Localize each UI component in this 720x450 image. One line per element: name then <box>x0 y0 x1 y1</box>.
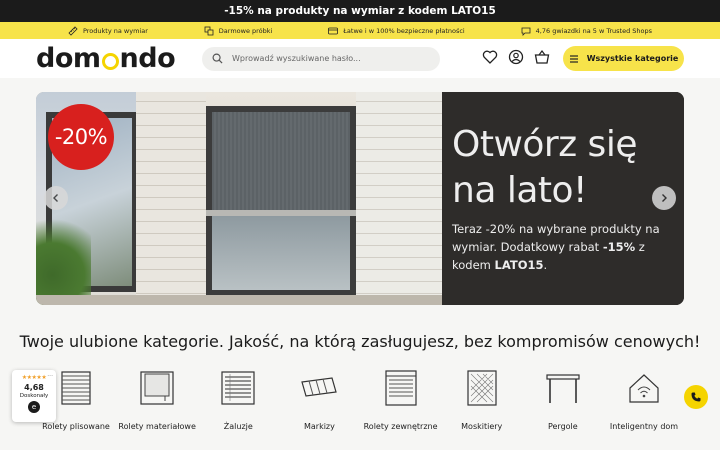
search-bar[interactable] <box>202 46 440 71</box>
mosquito-net-icon <box>467 370 497 406</box>
external-shutter-icon <box>384 370 417 406</box>
hero-subtext-part3: . <box>543 258 548 272</box>
category-label: Moskitiery <box>461 422 503 431</box>
menu-icon <box>569 54 578 63</box>
hero-headline: Otwórz się na lato! <box>452 124 637 211</box>
category-venetian-blinds[interactable]: Żaluzje <box>198 368 278 431</box>
category-smart-home[interactable]: Inteligentny dom <box>604 368 684 431</box>
phone-icon <box>691 392 701 402</box>
hero-photo-window-main <box>206 106 356 296</box>
site-header: domndo Wszystkie kategorie <box>0 39 720 78</box>
rating-label: Doskonały <box>19 393 49 399</box>
pergola-icon <box>546 374 580 403</box>
promo-bar[interactable]: -15% na produkty na wymiar z kodem LATO1… <box>0 0 720 22</box>
basket-icon <box>534 50 550 64</box>
user-icon <box>508 49 524 65</box>
benefit-label: 4,76 gwiazdki na 5 w Trusted Shops <box>535 26 653 35</box>
hero-photo-screen <box>212 112 350 210</box>
hero-banner[interactable]: -20% Otwórz się na lato! Teraz -20% na w… <box>36 92 684 305</box>
header-icons <box>482 49 550 65</box>
slider-prev-button[interactable] <box>44 186 68 210</box>
wishlist-button[interactable] <box>482 49 498 65</box>
cart-button[interactable] <box>534 49 550 65</box>
account-button[interactable] <box>508 49 524 65</box>
slider-next-button[interactable] <box>652 186 676 210</box>
category-label: Inteligentny dom <box>609 422 679 431</box>
category-mosquito-nets[interactable]: Moskitiery <box>442 368 522 431</box>
hero-subtext: Teraz -20% na wybrane produkty na wymiar… <box>452 220 674 274</box>
rating-score: 4,68 <box>24 383 44 392</box>
category-label: Rolety zewnętrzne <box>363 422 438 431</box>
logo-yellow-o <box>101 52 119 70</box>
hero-photo-plant <box>36 205 91 305</box>
category-external-shutters[interactable]: Rolety zewnętrzne <box>361 368 441 431</box>
category-label: Rolety plisowane <box>42 422 110 431</box>
all-categories-label: Wszystkie kategorie <box>586 54 679 63</box>
ruler-icon <box>68 25 78 36</box>
hero-subtext-bold2: LATO15 <box>494 258 544 272</box>
pleated-blind-icon <box>61 371 91 405</box>
category-label: Markizy <box>303 422 335 431</box>
heart-icon <box>482 50 498 64</box>
promo-text: -15% na produkty na wymiar z kodem LATO1… <box>224 5 496 17</box>
benefit-label: Darmowe próbki <box>218 26 273 35</box>
search-input[interactable] <box>232 54 422 63</box>
benefit-payments[interactable]: Łatwe i w 100% bezpieczne płatności <box>328 26 465 36</box>
logo-text-part3: o <box>157 43 176 74</box>
category-label: Pergole <box>547 422 578 431</box>
roller-blind-icon <box>140 371 174 405</box>
benefit-label: Łatwe i w 100% bezpieczne płatności <box>343 26 465 35</box>
chat-icon <box>521 27 531 36</box>
search-icon[interactable] <box>212 53 223 64</box>
widget-menu-icon[interactable]: ... <box>47 371 53 378</box>
card-icon <box>328 27 339 34</box>
category-roller-blinds[interactable]: Rolety materiałowe <box>117 368 197 431</box>
categories-title: Twoje ulubione kategorie. Jakość, na któ… <box>19 332 701 351</box>
hero-photo-window-main-glass <box>212 216 350 290</box>
logo-text-part1: dom <box>36 43 101 74</box>
hero-photo-sill <box>36 295 442 305</box>
hero-photo-wall-left <box>136 92 206 305</box>
category-label: Rolety materiałowe <box>118 422 196 431</box>
discount-badge: -20% <box>48 104 114 170</box>
category-pergolas[interactable]: Pergole <box>523 368 603 431</box>
benefit-trusted-shops[interactable]: 4,76 gwiazdki na 5 w Trusted Shops <box>521 26 652 36</box>
logo[interactable]: dom nd o <box>36 43 202 74</box>
category-awnings[interactable]: Markizy <box>279 368 359 431</box>
hero-subtext-bold1: -15% <box>602 240 636 254</box>
trusted-shops-seal-icon: e <box>28 401 40 413</box>
chevron-left-icon <box>53 194 58 202</box>
call-button[interactable] <box>684 385 708 409</box>
rating-stars: ★★★★★ <box>21 374 47 381</box>
smart-home-icon <box>629 374 659 403</box>
samples-icon <box>204 26 214 35</box>
venetian-blind-icon <box>221 371 255 405</box>
benefit-free-samples[interactable]: Darmowe próbki <box>204 26 273 36</box>
hero-photo-wall-right <box>356 92 442 305</box>
benefits-bar: Produkty na wymiar Darmowe próbki Łatwe … <box>0 22 720 39</box>
trusted-shops-widget[interactable]: ... ★★★★★ 4,68 Doskonały e <box>12 370 56 422</box>
benefit-custom-size[interactable]: Produkty na wymiar <box>68 25 148 36</box>
awning-icon <box>301 377 338 397</box>
category-label: Żaluzje <box>223 422 253 431</box>
categories-list: Rolety plisowane Rolety materiałowe Żalu… <box>36 368 684 431</box>
chevron-right-icon <box>662 194 667 202</box>
all-categories-button[interactable]: Wszystkie kategorie <box>563 46 684 71</box>
logo-text-part2: nd <box>119 43 158 74</box>
benefit-label: Produkty na wymiar <box>82 26 148 35</box>
